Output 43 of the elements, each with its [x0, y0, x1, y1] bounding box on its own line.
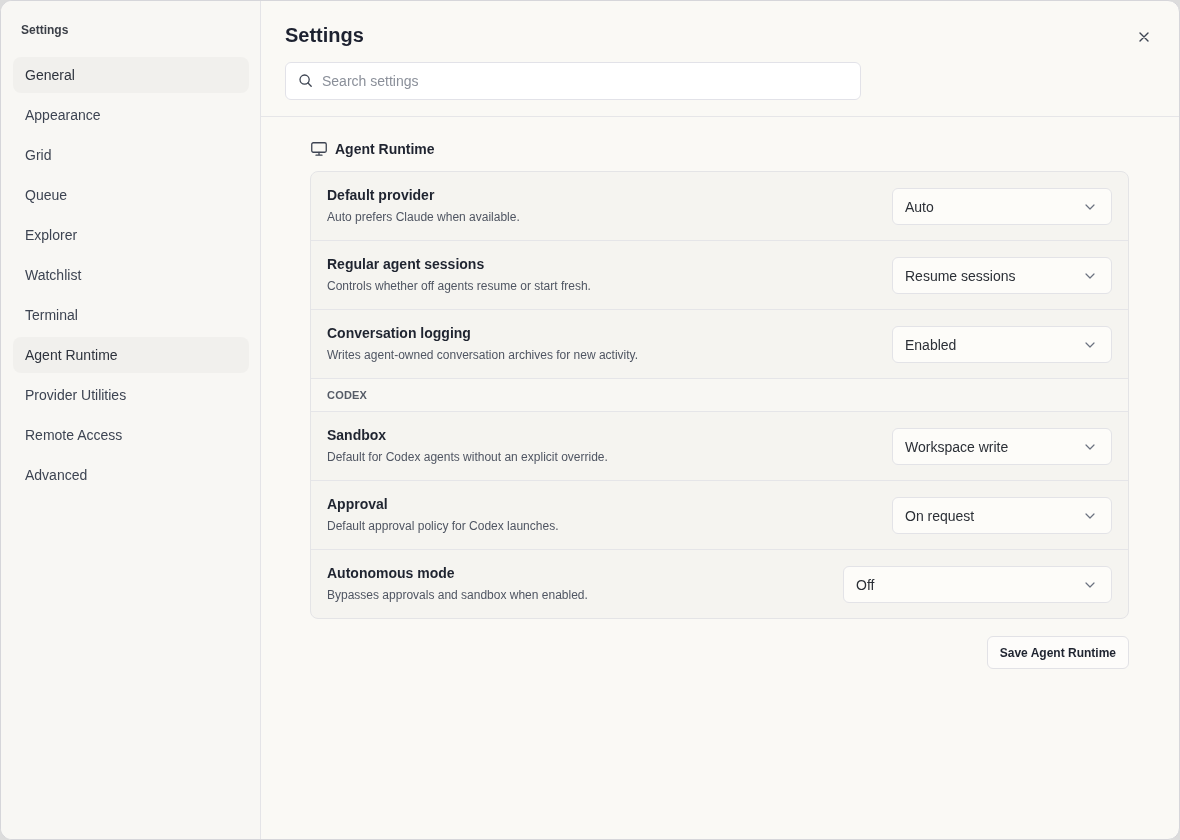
setting-description: Auto prefers Claude when available.	[327, 208, 520, 225]
chevron-down-icon	[1085, 581, 1095, 588]
chevron-down-icon	[1085, 203, 1095, 210]
setting-title: Default provider	[327, 185, 436, 205]
dropdown[interactable]: Auto	[892, 188, 1112, 225]
setting-title: Approval	[327, 494, 389, 514]
close-icon	[1139, 32, 1149, 42]
dropdown[interactable]: Workspace write	[892, 428, 1112, 465]
sidebar-title: Settings	[20, 23, 70, 38]
monitor-icon	[311, 142, 327, 156]
chevron-down-icon	[1085, 443, 1095, 450]
setting-description: Default for Codex agents without an explicit override.	[327, 448, 608, 465]
setting-title: Regular agent sessions	[327, 254, 486, 274]
setting-description: Bypasses approvals and sandbox when enabled.	[327, 586, 588, 603]
chevron-down-icon	[1085, 512, 1095, 519]
setting-description: Default approval policy for Codex launches.	[327, 517, 559, 534]
sidebar-item[interactable]: Terminal	[13, 297, 249, 333]
setting-description: Writes agent-owned conversation archives for new activity.	[327, 346, 639, 363]
sidebar-item[interactable]: Appearance	[13, 97, 249, 133]
chevron-down-icon	[1085, 341, 1095, 348]
sidebar-item[interactable]: Provider Utilities	[13, 377, 249, 413]
setting-title: Conversation logging	[327, 323, 472, 343]
search-icon	[299, 74, 312, 87]
dropdown[interactable]: On request	[892, 497, 1112, 534]
setting-title: Sandbox	[327, 425, 388, 445]
sidebar-item[interactable]: Advanced	[13, 457, 249, 493]
sidebar-item[interactable]: Watchlist	[13, 257, 249, 293]
save-button[interactable]: Save Agent Runtime	[986, 636, 1129, 669]
sidebar-item[interactable]: Remote Access	[13, 417, 249, 453]
section-title: Agent Runtime	[335, 141, 435, 157]
setting-description: Controls whether off agents resume or start fresh.	[327, 277, 591, 294]
dropdown[interactable]: Resume sessions	[892, 257, 1112, 294]
dropdown[interactable]: Enabled	[892, 326, 1112, 363]
sidebar-item[interactable]: Queue	[13, 177, 249, 213]
setting-title: Autonomous mode	[327, 563, 456, 583]
sidebar-item[interactable]: Agent Runtime	[13, 337, 249, 373]
dropdown[interactable]: Off	[843, 566, 1112, 603]
page-title: Settings	[285, 23, 364, 47]
search-field[interactable]: Search settings	[285, 62, 861, 100]
sidebar-item[interactable]: Grid	[13, 137, 249, 173]
chevron-down-icon	[1085, 272, 1095, 279]
sidebar-item[interactable]: General	[13, 57, 249, 93]
sidebar-item[interactable]: Explorer	[13, 217, 249, 253]
